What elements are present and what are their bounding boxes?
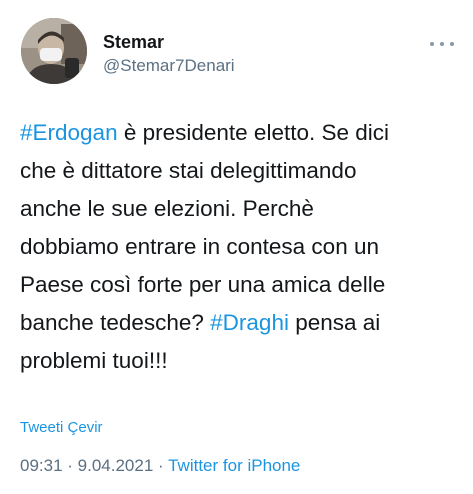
dot-icon xyxy=(430,42,434,46)
hashtag-link[interactable]: #Erdogan xyxy=(20,120,118,145)
avatar-image xyxy=(21,18,87,84)
tweet-text-segment: problemi tuoi!!! xyxy=(20,348,168,373)
tweet-source-link[interactable]: Twitter for iPhone xyxy=(168,456,300,475)
author-display-name[interactable]: Stemar xyxy=(103,32,164,53)
tweet-line: #Erdogan è presidente eletto. Se dici xyxy=(20,114,465,152)
avatar[interactable] xyxy=(21,18,87,84)
dot-icon xyxy=(440,42,444,46)
tweet-text-segment: che è dittatore stai delegittimando xyxy=(20,158,357,183)
tweet-time[interactable]: 09:31 xyxy=(20,456,63,475)
tweet-date[interactable]: 9.04.2021 xyxy=(78,456,154,475)
meta-separator: · xyxy=(153,456,169,475)
tweet-text-segment: anche le sue elezioni. Perchè xyxy=(20,196,314,221)
translate-tweet-link[interactable]: Tweeti Çevir xyxy=(20,419,103,436)
tweet-line: problemi tuoi!!! xyxy=(20,342,465,380)
tweet-text: #Erdogan è presidente eletto. Se dici ch… xyxy=(20,114,465,380)
tweet-line: banche tedesche? #Draghi pensa ai xyxy=(20,304,465,342)
dot-icon xyxy=(450,42,454,46)
tweet-text-segment: dobbiamo entrare in contesa con un xyxy=(20,234,379,259)
tweet-meta: 09:31 · 9.04.2021 · Twitter for iPhone xyxy=(20,456,300,476)
meta-separator: · xyxy=(62,456,78,475)
more-options-icon[interactable] xyxy=(430,36,454,52)
tweet-text-segment: Paese così forte per una amica delle xyxy=(20,272,386,297)
tweet-line: dobbiamo entrare in contesa con un xyxy=(20,228,465,266)
tweet-line: che è dittatore stai delegittimando xyxy=(20,152,465,190)
hashtag-link[interactable]: #Draghi xyxy=(210,310,289,335)
tweet-text-segment: banche tedesche? xyxy=(20,310,211,335)
tweet-text-segment: è presidente eletto. Se dici xyxy=(117,120,390,145)
tweet-text-segment: pensa ai xyxy=(288,310,381,335)
author-handle[interactable]: @Stemar7Denari xyxy=(103,56,235,76)
tweet-line: anche le sue elezioni. Perchè xyxy=(20,190,465,228)
tweet-card: Stemar @Stemar7Denari #Erdogan è preside… xyxy=(0,0,473,494)
tweet-line: Paese così forte per una amica delle xyxy=(20,266,465,304)
